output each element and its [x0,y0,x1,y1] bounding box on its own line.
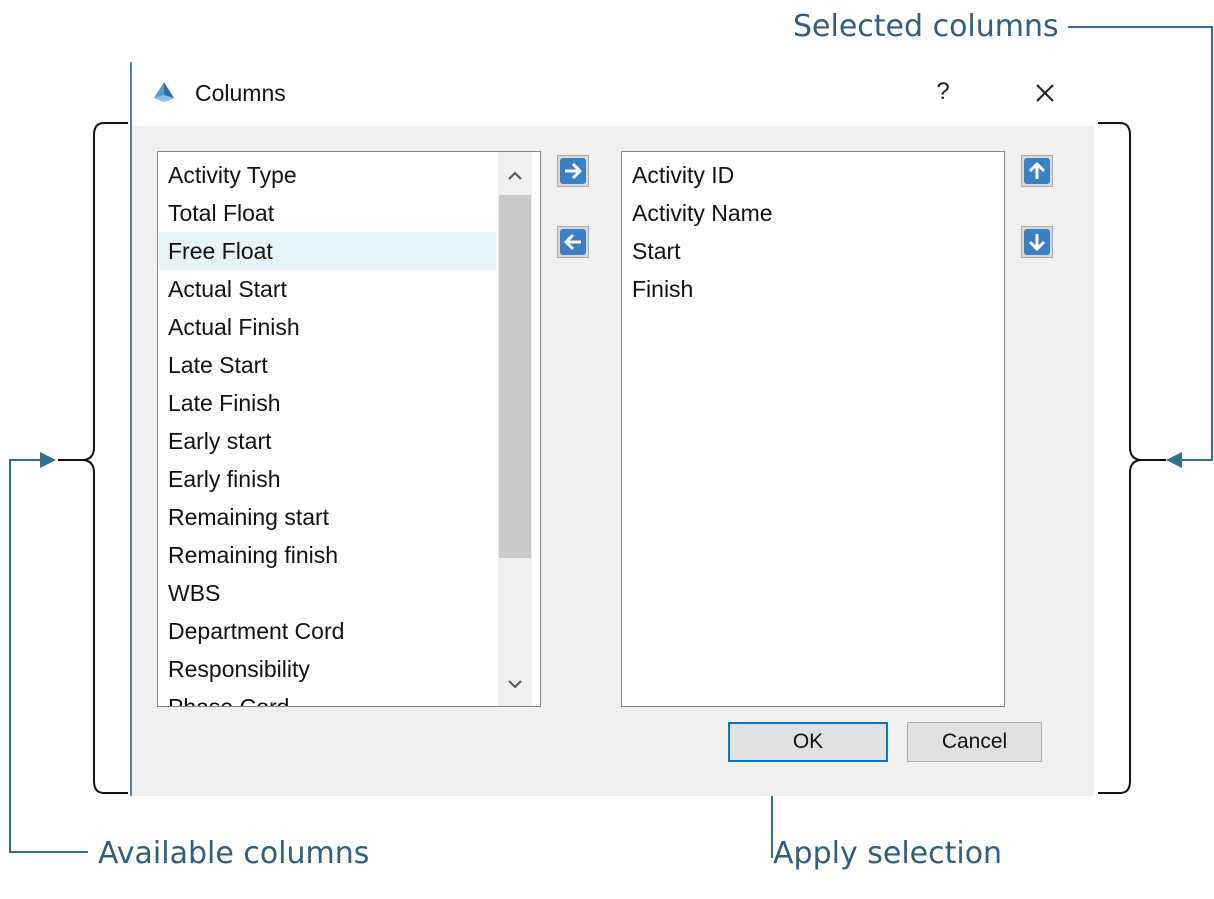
list-item[interactable]: Remaining finish [159,536,496,574]
annotated-screenshot: Selected columns Available columns Apply… [0,0,1214,899]
list-item[interactable]: Activity Type [159,156,496,194]
move-down-button[interactable] [1021,226,1053,258]
list-item[interactable]: Activity Name [623,194,1003,232]
arrow-up-icon [1028,161,1046,179]
scroll-up-button[interactable] [498,158,532,194]
list-item[interactable]: Start [623,232,1003,270]
dialog-title-bar[interactable]: Columns ? [132,62,1094,126]
chevron-up-icon [508,171,522,180]
list-item[interactable]: Phase Cord [159,688,496,706]
close-button[interactable] [1028,76,1062,110]
add-column-button[interactable] [557,155,589,187]
selected-columns-brace [1098,122,1166,794]
apply-selection-caption: Apply selection [773,836,1003,871]
scroll-down-button[interactable] [498,666,532,702]
remove-column-button[interactable] [557,226,589,258]
list-item[interactable]: Finish [623,270,1003,308]
dialog-body: Activity Type Total Float Free Float Actual… [132,126,1094,796]
list-item[interactable]: Responsibility [159,650,496,688]
close-icon [1036,84,1054,102]
help-button[interactable]: ? [928,76,958,108]
list-item[interactable]: Total Float [159,194,496,232]
list-item[interactable]: Late Start [159,346,496,384]
list-item[interactable]: Department Cord [159,612,496,650]
available-columns-caption: Available columns [98,836,370,871]
list-item[interactable]: Remaining start [159,498,496,536]
selected-columns-items: Activity ID Activity Name Start Finish [623,156,1003,308]
available-columns-arrowhead [40,452,56,468]
available-columns-brace [58,122,128,794]
list-item[interactable]: Free Float [159,232,496,270]
list-item[interactable]: Actual Finish [159,308,496,346]
available-columns-leader [9,459,88,853]
ok-button[interactable]: OK [728,722,888,762]
arrow-down-icon [1028,234,1046,252]
list-item[interactable]: Activity ID [623,156,1003,194]
dialog-title: Columns [195,80,286,106]
list-item[interactable]: WBS [159,574,496,612]
selected-columns-arrowhead [1166,452,1182,468]
arrow-left-icon [563,233,581,251]
selected-columns-list[interactable]: Activity ID Activity Name Start Finish [621,151,1005,707]
columns-dialog: Columns ? Activity Type Total Float Free F… [130,62,1094,796]
cancel-button[interactable]: Cancel [907,722,1042,762]
move-up-button[interactable] [1021,155,1053,187]
cone-icon [154,82,174,102]
arrow-right-icon [565,162,583,180]
list-item[interactable]: Late Finish [159,384,496,422]
selected-columns-caption: Selected columns [793,9,1059,44]
scroll-thumb[interactable] [499,195,531,558]
list-item[interactable]: Actual Start [159,270,496,308]
available-list-scrollbar[interactable] [498,152,532,706]
list-item[interactable]: Early start [159,422,496,460]
list-item[interactable]: Early finish [159,460,496,498]
chevron-down-icon [508,680,522,689]
available-columns-items: Activity Type Total Float Free Float Actual… [159,156,496,706]
available-columns-list[interactable]: Activity Type Total Float Free Float Actual… [157,151,541,707]
